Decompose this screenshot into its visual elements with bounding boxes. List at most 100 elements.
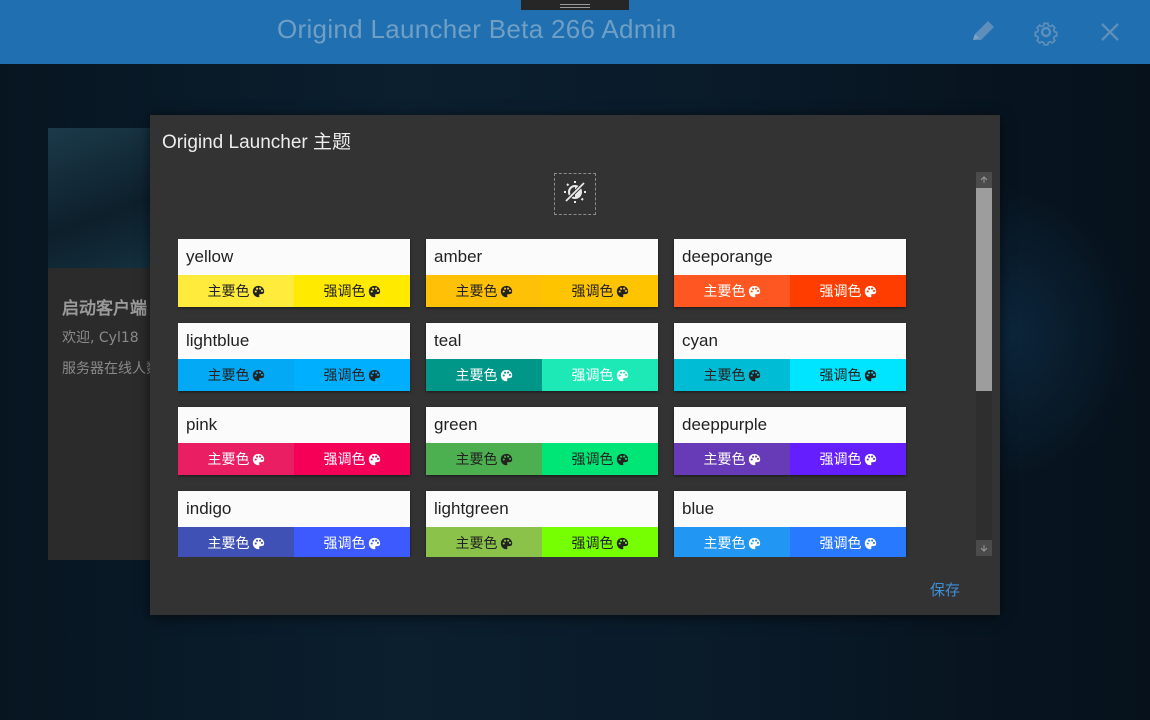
close-icon[interactable]	[1094, 16, 1126, 48]
accent-color-label: 强调色	[323, 284, 366, 300]
theme-card-green[interactable]: green 主要色 强调色	[426, 407, 658, 475]
scroll-up-button[interactable]	[976, 172, 992, 188]
palette-icon	[614, 367, 629, 383]
theme-card-pink[interactable]: pink 主要色 强调色	[178, 407, 410, 475]
palette-icon	[746, 367, 761, 383]
primary-color-button[interactable]: 主要色	[674, 443, 790, 475]
accent-color-button[interactable]: 强调色	[542, 443, 658, 475]
primary-color-button[interactable]: 主要色	[178, 275, 294, 307]
primary-color-label: 主要色	[207, 536, 250, 552]
scrollbar[interactable]	[976, 172, 992, 556]
palette-icon	[250, 283, 265, 299]
scrollbar-thumb[interactable]	[976, 188, 992, 391]
primary-color-button[interactable]: 主要色	[426, 527, 542, 557]
gear-icon[interactable]	[1030, 16, 1062, 48]
accent-color-button[interactable]: 强调色	[790, 275, 906, 307]
accent-color-button[interactable]: 强调色	[542, 359, 658, 391]
theme-name: indigo	[186, 499, 232, 518]
theme-list: yellow 主要色 强调色 amber 主要色 强调色 deeporange 主要色 强调色 l…	[178, 239, 918, 557]
accent-color-label: 强调色	[323, 368, 366, 384]
accent-color-label: 强调色	[819, 368, 862, 384]
primary-color-button[interactable]: 主要色	[426, 275, 542, 307]
scroll-down-button[interactable]	[976, 540, 992, 556]
palette-icon	[614, 283, 629, 299]
theme-brightness-icon	[562, 179, 588, 209]
primary-color-label: 主要色	[455, 368, 498, 384]
accent-color-label: 强调色	[323, 536, 366, 552]
palette-icon	[366, 283, 381, 299]
accent-color-label: 强调色	[571, 536, 614, 552]
primary-color-button[interactable]: 主要色	[178, 443, 294, 475]
accent-color-label: 强调色	[819, 536, 862, 552]
palette-icon	[746, 451, 761, 467]
dialog-title: Origind Launcher 主题	[162, 132, 352, 153]
theme-name: lightgreen	[434, 499, 509, 518]
primary-color-button[interactable]: 主要色	[674, 275, 790, 307]
theme-card-yellow[interactable]: yellow 主要色 强调色	[178, 239, 410, 307]
accent-color-label: 强调色	[819, 284, 862, 300]
primary-color-label: 主要色	[703, 368, 746, 384]
primary-color-button[interactable]: 主要色	[426, 443, 542, 475]
theme-card-indigo[interactable]: indigo 主要色 强调色	[178, 491, 410, 557]
primary-color-label: 主要色	[455, 284, 498, 300]
theme-card-cyan[interactable]: cyan 主要色 强调色	[674, 323, 906, 391]
palette-icon	[746, 283, 761, 299]
palette-icon	[862, 451, 877, 467]
pen-icon[interactable]	[967, 16, 999, 48]
theme-name: deeporange	[682, 247, 773, 266]
palette-icon	[498, 535, 513, 551]
theme-card-teal[interactable]: teal 主要色 强调色	[426, 323, 658, 391]
palette-icon	[498, 283, 513, 299]
primary-color-button[interactable]: 主要色	[426, 359, 542, 391]
accent-color-button[interactable]: 强调色	[294, 359, 410, 391]
palette-icon	[366, 535, 381, 551]
primary-color-label: 主要色	[455, 536, 498, 552]
theme-card-lightgreen[interactable]: lightgreen 主要色 强调色	[426, 491, 658, 557]
accent-color-label: 强调色	[571, 368, 614, 384]
accent-color-label: 强调色	[323, 452, 366, 468]
accent-color-button[interactable]: 强调色	[294, 443, 410, 475]
accent-color-button[interactable]: 强调色	[790, 359, 906, 391]
theme-name: amber	[434, 247, 483, 266]
primary-color-label: 主要色	[703, 536, 746, 552]
theme-name: green	[434, 415, 478, 434]
palette-icon	[862, 367, 877, 383]
palette-icon	[498, 451, 513, 467]
theme-card-amber[interactable]: amber 主要色 强调色	[426, 239, 658, 307]
primary-color-label: 主要色	[207, 368, 250, 384]
theme-card-blue[interactable]: blue 主要色 强调色	[674, 491, 906, 557]
accent-color-button[interactable]: 强调色	[542, 527, 658, 557]
theme-toggle-button[interactable]	[554, 173, 596, 215]
drag-handle[interactable]	[521, 0, 629, 10]
primary-color-button[interactable]: 主要色	[178, 527, 294, 557]
server-status-text: 服务器在线人数	[62, 361, 158, 377]
accent-color-button[interactable]: 强调色	[294, 527, 410, 557]
accent-color-button[interactable]: 强调色	[790, 527, 906, 557]
launch-banner-image	[48, 128, 158, 268]
accent-color-button[interactable]: 强调色	[542, 275, 658, 307]
palette-icon	[614, 451, 629, 467]
palette-icon	[498, 367, 513, 383]
primary-color-label: 主要色	[703, 452, 746, 468]
theme-name: lightblue	[186, 331, 250, 350]
accent-color-button[interactable]: 强调色	[294, 275, 410, 307]
title-bar: Origind Launcher Beta 266 Admin	[0, 0, 1150, 64]
accent-color-button[interactable]: 强调色	[790, 443, 906, 475]
palette-icon	[862, 535, 877, 551]
app-title: Origind Launcher Beta 266 Admin	[277, 14, 677, 44]
palette-icon	[614, 535, 629, 551]
accent-color-label: 强调色	[819, 452, 862, 468]
primary-color-button[interactable]: 主要色	[674, 527, 790, 557]
primary-color-label: 主要色	[207, 284, 250, 300]
theme-name: yellow	[186, 247, 234, 266]
palette-icon	[746, 535, 761, 551]
launch-client-card: 启动客户端 欢迎, Cyl18 服务器在线人数	[48, 128, 158, 560]
primary-color-label: 主要色	[207, 452, 250, 468]
theme-card-deeporange[interactable]: deeporange 主要色 强调色	[674, 239, 906, 307]
theme-card-lightblue[interactable]: lightblue 主要色 强调色	[178, 323, 410, 391]
primary-color-button[interactable]: 主要色	[674, 359, 790, 391]
primary-color-button[interactable]: 主要色	[178, 359, 294, 391]
theme-card-deeppurple[interactable]: deeppurple 主要色 强调色	[674, 407, 906, 475]
save-button[interactable]: 保存	[930, 579, 960, 600]
theme-name: cyan	[682, 331, 718, 350]
